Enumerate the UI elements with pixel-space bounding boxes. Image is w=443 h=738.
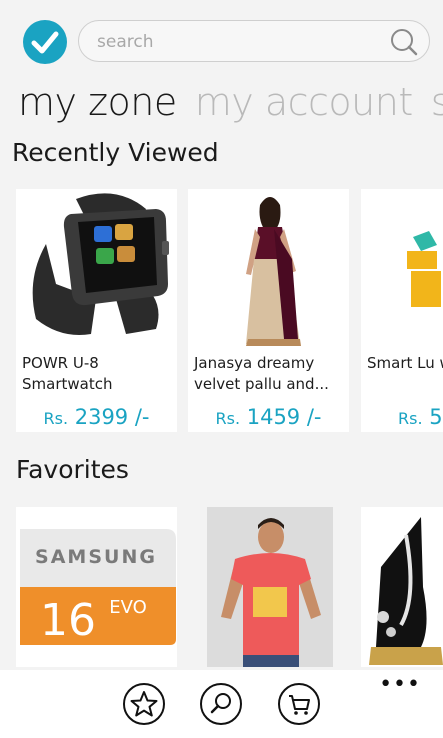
tshirt-model-image bbox=[207, 507, 333, 667]
product-price: Rs. 5 bbox=[398, 405, 443, 429]
more-options[interactable]: ••• bbox=[379, 672, 421, 697]
price-value: 2399 /- bbox=[74, 405, 150, 429]
pivot-tabs: my zone my account sh bbox=[18, 80, 443, 124]
checkmark-icon bbox=[31, 31, 59, 54]
recently-viewed-list: POWR U-8 Smartwatch Rs. 2399 /- Janasya … bbox=[0, 189, 443, 439]
smartwatch-image bbox=[16, 189, 177, 349]
product-price: Rs. 2399 /- bbox=[16, 405, 177, 429]
product-name: Smart Lu with 4 co bbox=[367, 354, 443, 372]
necklace-image bbox=[361, 507, 443, 667]
sd-series-text: EVO bbox=[109, 597, 147, 618]
price-prefix: Rs. bbox=[43, 409, 69, 428]
search-icon[interactable] bbox=[389, 27, 419, 57]
favorite-card[interactable]: SAMSUNG 16 EVO bbox=[16, 507, 177, 667]
saree-image bbox=[188, 189, 349, 349]
product-card[interactable]: POWR U-8 Smartwatch Rs. 2399 /- bbox=[16, 189, 177, 432]
price-value: 5 bbox=[429, 405, 443, 429]
samsung-sd-card-image: SAMSUNG 16 EVO bbox=[16, 507, 177, 667]
recently-viewed-title: Recently Viewed bbox=[12, 138, 219, 167]
app-logo[interactable] bbox=[23, 20, 67, 64]
app-bar: ••• bbox=[0, 670, 443, 738]
favorite-card[interactable] bbox=[361, 507, 443, 667]
favorite-card[interactable] bbox=[207, 507, 333, 667]
search-button[interactable] bbox=[200, 683, 242, 725]
product-name: POWR U-8 Smartwatch bbox=[22, 354, 113, 393]
price-prefix: Rs. bbox=[398, 409, 423, 428]
sd-brand-text: SAMSUNG bbox=[35, 546, 157, 568]
cart-button[interactable] bbox=[278, 683, 320, 725]
search-icon bbox=[210, 693, 231, 714]
sd-capacity-text: 16 bbox=[40, 595, 96, 646]
product-image bbox=[361, 189, 443, 349]
favorites-title: Favorites bbox=[16, 455, 129, 484]
favorites-button[interactable] bbox=[123, 683, 165, 725]
tab-my-account[interactable]: my account bbox=[195, 80, 413, 124]
search-input[interactable] bbox=[95, 30, 379, 54]
product-card[interactable]: Smart Lu with 4 co Rs. 5 bbox=[361, 189, 443, 432]
search-box[interactable] bbox=[78, 20, 430, 62]
cart-icon bbox=[289, 695, 310, 715]
product-name: Janasya dreamy velvet pallu and... bbox=[194, 354, 329, 393]
product-card[interactable]: Janasya dreamy velvet pallu and... Rs. 1… bbox=[188, 189, 349, 432]
tab-shop[interactable]: sh bbox=[431, 80, 443, 124]
favorites-list: SAMSUNG 16 EVO bbox=[0, 507, 443, 667]
price-prefix: Rs. bbox=[215, 409, 241, 428]
favorites-icon bbox=[130, 691, 158, 717]
price-value: 1459 /- bbox=[246, 405, 322, 429]
tab-my-zone[interactable]: my zone bbox=[18, 80, 177, 124]
product-price: Rs. 1459 /- bbox=[188, 405, 349, 429]
